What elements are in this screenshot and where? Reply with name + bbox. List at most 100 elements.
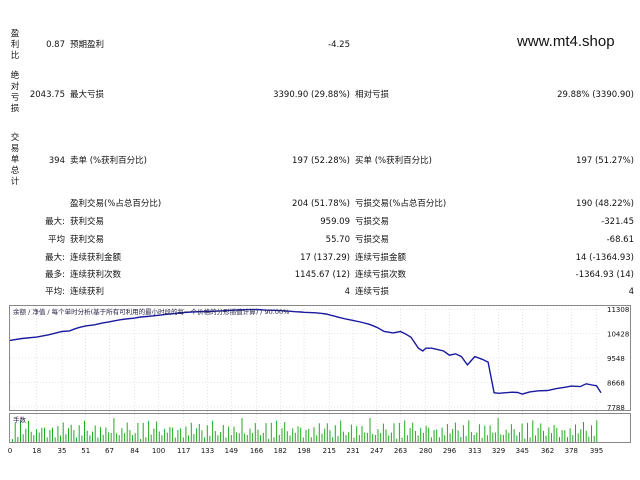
volume-bar bbox=[244, 433, 246, 442]
volume-bar bbox=[41, 427, 43, 442]
volume-bar bbox=[220, 431, 222, 442]
volume-bar bbox=[545, 435, 547, 442]
volume-bar bbox=[380, 433, 382, 442]
x-tick-label: 378 bbox=[565, 447, 578, 455]
volume-bar bbox=[358, 435, 360, 442]
x-tick-label: 182 bbox=[274, 447, 287, 455]
volume-bar bbox=[465, 436, 467, 442]
volume-bar bbox=[398, 422, 400, 442]
volume-bar bbox=[222, 425, 224, 442]
volume-bar bbox=[156, 421, 158, 442]
volume-bar bbox=[473, 435, 475, 442]
x-tick-label: 345 bbox=[516, 447, 529, 455]
volume-bar bbox=[36, 429, 37, 442]
volume-bar bbox=[414, 431, 416, 442]
volume-bar bbox=[577, 433, 579, 442]
max-consecutive-loss-count-value: -1364.93 (14) bbox=[575, 270, 634, 280]
volume-bar bbox=[374, 434, 376, 442]
volume-bar bbox=[332, 437, 334, 442]
volume-bar bbox=[470, 432, 472, 442]
volume-bar bbox=[564, 430, 566, 442]
volume-bar bbox=[497, 418, 499, 442]
volume-bar bbox=[182, 437, 184, 442]
x-tick-label: 329 bbox=[492, 447, 505, 455]
x-tick-label: 215 bbox=[323, 447, 336, 455]
max-consecutive-profit-count-value: 1145.67 (12) bbox=[294, 270, 350, 280]
volume-bar bbox=[462, 425, 464, 442]
volume-bar bbox=[532, 420, 534, 442]
y-tick-label: 9548 bbox=[607, 355, 625, 363]
expected-payoff-value: -4.25 bbox=[328, 40, 350, 50]
long-positions-value: 197 (51.27%) bbox=[576, 156, 634, 166]
volume-bar bbox=[342, 431, 344, 442]
volume-bar bbox=[537, 427, 539, 442]
volume-bar bbox=[38, 432, 40, 442]
volume-bar bbox=[97, 437, 99, 442]
volume-bar bbox=[174, 437, 176, 442]
volume-bar bbox=[60, 435, 61, 442]
volume-bar bbox=[153, 428, 155, 442]
volume-bar bbox=[276, 420, 278, 442]
volume-bar bbox=[249, 428, 251, 442]
x-tick-label: 296 bbox=[443, 447, 457, 455]
volume-bar bbox=[225, 437, 227, 442]
average-loss-trade-label: 亏损交易 bbox=[355, 235, 390, 245]
volume-bar bbox=[193, 434, 195, 442]
volume-bar bbox=[17, 436, 19, 442]
volume-bar bbox=[486, 435, 488, 442]
volume-bar bbox=[366, 432, 368, 442]
volume-bar bbox=[54, 437, 56, 442]
volume-bar bbox=[137, 423, 139, 442]
volume-bar bbox=[446, 423, 448, 442]
volume-bar bbox=[500, 434, 502, 442]
volume-bar bbox=[262, 432, 264, 442]
volume-label: 手数 bbox=[13, 415, 27, 424]
volume-bar bbox=[230, 435, 232, 442]
volume-bar bbox=[404, 420, 406, 442]
volume-bar bbox=[364, 432, 366, 442]
volume-bar bbox=[236, 432, 238, 442]
volume-bar bbox=[177, 430, 179, 442]
volume-bar bbox=[436, 429, 438, 442]
volume-bar bbox=[575, 424, 576, 442]
volume-bar bbox=[270, 422, 272, 442]
volume-bar bbox=[326, 423, 328, 442]
x-tick-label: 67 bbox=[105, 447, 114, 455]
x-tick-label: 362 bbox=[541, 447, 554, 455]
volume-bar bbox=[334, 425, 336, 442]
volume-bar bbox=[268, 438, 270, 442]
volume-bar bbox=[444, 435, 446, 442]
volume-bar bbox=[561, 430, 563, 442]
volume-bar bbox=[417, 435, 419, 442]
volume-bar bbox=[297, 426, 299, 442]
volume-bar bbox=[452, 428, 454, 442]
profit-trades-value: 204 (51.78%) bbox=[292, 199, 350, 209]
volume-bar bbox=[134, 433, 136, 442]
maximal-drawdown-value: 3390.90 (29.88%) bbox=[273, 90, 350, 100]
volume-bar bbox=[591, 425, 592, 442]
volume-bar bbox=[412, 422, 414, 442]
volume-bar bbox=[433, 430, 435, 442]
average-prefix-label: 平均 bbox=[47, 235, 65, 245]
volume-bar bbox=[150, 434, 152, 442]
volume-bar bbox=[206, 425, 208, 442]
largest-profit-trade-label: 获利交易 bbox=[70, 217, 105, 227]
volume-bar bbox=[121, 428, 123, 442]
volume-bar bbox=[356, 426, 358, 442]
volume-bar bbox=[201, 430, 203, 442]
volume-bar bbox=[396, 438, 398, 442]
max-consecutive-profit-count-label: 连续获利次数 bbox=[70, 270, 122, 280]
volume-bar bbox=[478, 424, 480, 442]
volume-bar bbox=[140, 439, 142, 442]
profit-trades-label: 盈利交易(%占总百分比) bbox=[70, 199, 162, 209]
volume-bar bbox=[519, 432, 520, 442]
volume-bar bbox=[441, 427, 443, 442]
largest-loss-trade-label: 亏损交易 bbox=[355, 217, 390, 227]
short-positions-value: 197 (52.28%) bbox=[292, 156, 350, 166]
volume-bar bbox=[527, 422, 528, 442]
volume-bar bbox=[382, 423, 384, 442]
volume-bar bbox=[489, 425, 491, 442]
volume-bar bbox=[329, 430, 331, 442]
volume-bar bbox=[145, 437, 147, 442]
volume-bar bbox=[169, 427, 171, 442]
